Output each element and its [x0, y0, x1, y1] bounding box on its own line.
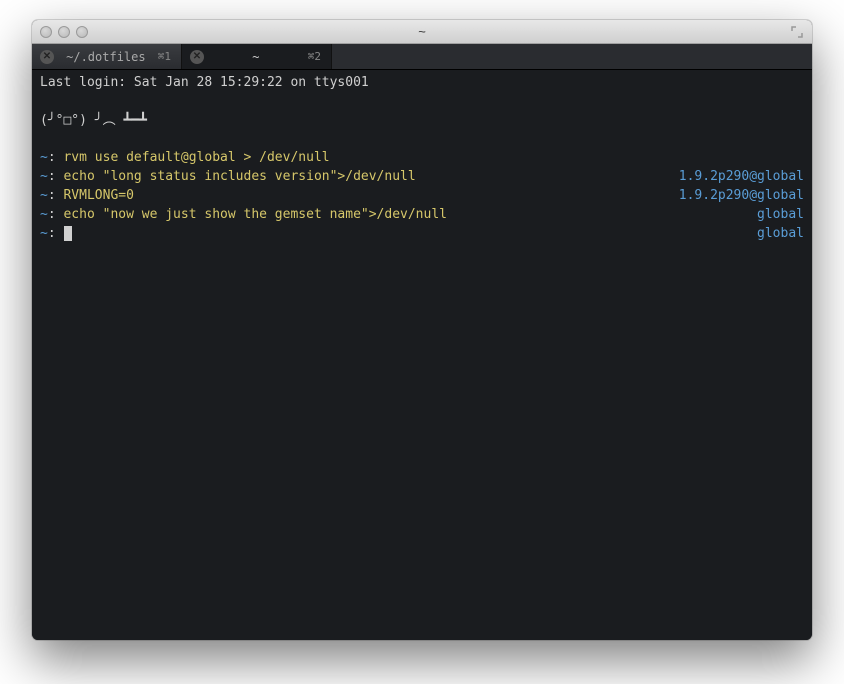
terminal-content[interactable]: Last login: Sat Jan 28 15:29:22 on ttys0…: [32, 70, 812, 640]
traffic-lights: [40, 26, 88, 38]
last-login-line: Last login: Sat Jan 28 15:29:22 on ttys0…: [40, 74, 804, 93]
prompt-dir: ~: [40, 150, 48, 165]
command-text: echo "long status includes version">/dev…: [63, 169, 415, 184]
status-text: 1.9.2p290@global: [679, 187, 804, 206]
status-text: global: [757, 206, 804, 225]
prompt-dir: ~: [40, 188, 48, 203]
fullscreen-icon[interactable]: [790, 25, 804, 39]
zoom-button[interactable]: [76, 26, 88, 38]
command-text: rvm use default@global > /dev/null: [63, 150, 329, 165]
tab-dotfiles[interactable]: ✕ ~/.dotfiles ⌘1: [32, 44, 182, 69]
tab-shortcut: ⌘1: [158, 50, 171, 63]
last-login-text: Last login: Sat Jan 28 15:29:22 on ttys0…: [40, 74, 369, 93]
status-text: 1.9.2p290@global: [679, 168, 804, 187]
command-text: RVMLONG=0: [63, 188, 133, 203]
prompt-dir: ~: [40, 226, 48, 241]
command-line: ~: echo "long status includes version">/…: [40, 168, 804, 187]
minimize-button[interactable]: [58, 26, 70, 38]
prompt-dir: ~: [40, 207, 48, 222]
tab-shortcut: ⌘2: [308, 50, 321, 63]
prompt-sep: :: [48, 207, 56, 222]
prompt-sep: :: [48, 169, 56, 184]
prompt-sep: :: [48, 226, 56, 241]
tab-bar: ✕ ~/.dotfiles ⌘1 ✕ ~ ⌘2: [32, 44, 812, 70]
cursor: [64, 226, 72, 241]
window-title: ~: [418, 24, 426, 39]
ascii-art: (╯°□°) ╯︵ ┻━┻: [40, 112, 147, 131]
tab-label: ~/.dotfiles: [64, 50, 148, 64]
titlebar[interactable]: ~: [32, 20, 812, 44]
tab-home[interactable]: ✕ ~ ⌘2: [182, 44, 332, 69]
prompt-sep: :: [48, 150, 56, 165]
close-button[interactable]: [40, 26, 52, 38]
prompt-sep: :: [48, 188, 56, 203]
terminal-window: ~ ✕ ~/.dotfiles ⌘1 ✕ ~ ⌘2 Last login: Sa…: [32, 20, 812, 640]
tab-label: ~: [214, 50, 298, 64]
command-line: ~: rvm use default@global > /dev/null: [40, 149, 804, 168]
command-line: ~: echo "now we just show the gemset nam…: [40, 206, 804, 225]
prompt-dir: ~: [40, 169, 48, 184]
command-line-current: ~: global: [40, 225, 804, 244]
status-text: global: [757, 225, 804, 244]
close-icon[interactable]: ✕: [190, 50, 204, 64]
ascii-art-line: (╯°□°) ╯︵ ┻━┻: [40, 112, 804, 131]
command-text: echo "now we just show the gemset name">…: [63, 207, 447, 222]
command-line: ~: RVMLONG=0 1.9.2p290@global: [40, 187, 804, 206]
close-icon[interactable]: ✕: [40, 50, 54, 64]
